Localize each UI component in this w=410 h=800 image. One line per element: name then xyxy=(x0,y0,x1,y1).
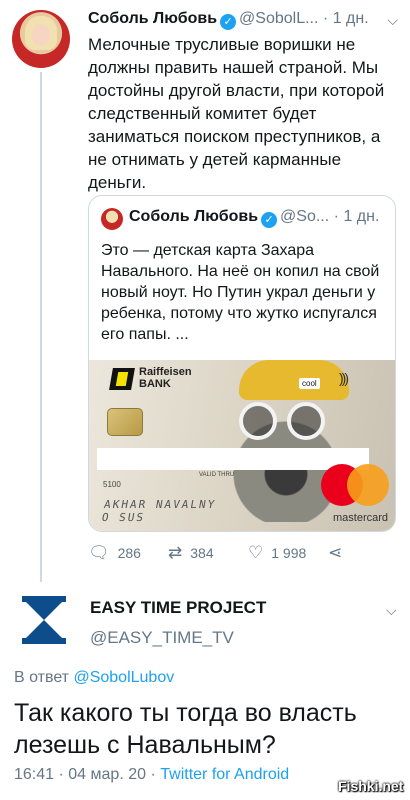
raiffeisen-logo-icon xyxy=(109,368,135,390)
card-glasses-right xyxy=(287,402,325,440)
hourglass-icon-lower xyxy=(26,620,62,638)
tweet-actions: 🗨︎ 286 ⇄ 384 ♡ 1 998 ⋖ xyxy=(88,543,398,567)
verified-badge-icon: ✓ xyxy=(261,212,278,228)
retweet-count: 384 xyxy=(190,545,214,561)
reply-author-handle[interactable]: @EASY_TIME_TV xyxy=(90,628,234,648)
avatar-face xyxy=(32,24,50,46)
reply-date: 04 мар. 20 xyxy=(68,766,147,783)
reply-source[interactable]: Twitter for Android xyxy=(160,766,289,783)
thread-line xyxy=(40,72,42,582)
reply-meta-separator-1: · xyxy=(58,766,64,783)
watermark: Fishki.net xyxy=(338,778,404,794)
quote-author-avatar xyxy=(101,208,123,230)
contactless-icon: ))) xyxy=(339,370,349,386)
tweet-header: Соболь Любовь ✓ @SobolL... · 1 дн. ⌵ xyxy=(88,10,398,32)
share-icon: ⋖ xyxy=(328,543,343,562)
bank-card-photo[interactable]: cool Raiffeisen BANK ))) 5100 VALID THRU… xyxy=(89,360,395,531)
retweet-button[interactable]: ⇄ 384 xyxy=(168,543,214,563)
in-reply-to: В ответ @SobolLubov xyxy=(14,669,174,687)
tweet[interactable]: Соболь Любовь ✓ @SobolL... · 1 дн. ⌵ Мелоч… xyxy=(0,0,410,585)
like-button[interactable]: ♡ 1 998 xyxy=(248,543,306,563)
quoted-tweet[interactable]: Соболь Любовь ✓ @So... · 1 дн. Это — детск… xyxy=(88,195,396,532)
card-chip xyxy=(107,408,143,436)
author-name[interactable]: Соболь Любовь xyxy=(88,10,217,27)
quote-author-name: Соболь Любовь xyxy=(129,208,259,225)
reply-text: Так какого ты тогда во власть лезешь с Н… xyxy=(14,699,357,759)
bank-name-line1: Raiffeisen xyxy=(139,366,192,378)
card-holder-line1: AKHAR NAVALNY xyxy=(103,498,218,511)
card-holder: AKHAR NAVALNY O SUS xyxy=(101,498,218,524)
quote-header: Соболь Любовь ✓ @So... · 1 дн. xyxy=(129,208,391,228)
card-valid-thru: VALID THRU xyxy=(199,472,235,478)
card-hat-illustration: cool xyxy=(239,360,349,400)
share-button[interactable]: ⋖ xyxy=(328,543,342,563)
reply-button[interactable]: 🗨︎ 286 xyxy=(88,543,141,563)
in-reply-prefix: В ответ xyxy=(14,669,70,686)
hat-label: cool xyxy=(299,378,320,389)
card-prefix: 5100 xyxy=(103,480,121,489)
mastercard-label: mastercard xyxy=(333,512,389,524)
card-holder-line2: O SUS xyxy=(100,511,147,524)
reply-meta-separator-2: · xyxy=(150,766,156,783)
quote-time-separator: · xyxy=(333,208,339,225)
tweet-time[interactable]: 1 дн. xyxy=(333,10,369,27)
card-glasses-left xyxy=(239,402,277,440)
reply-time: 16:41 xyxy=(14,766,55,783)
reply-author-name[interactable]: EASY TIME PROJECT xyxy=(90,598,266,618)
reply-meta: 16:41 · 04 мар. 20 · Twitter for Android xyxy=(14,766,289,784)
retweet-icon: ⇄ xyxy=(168,543,183,562)
quote-time: 1 дн. xyxy=(343,208,380,225)
hourglass-icon-bottom xyxy=(22,638,66,644)
in-reply-mention[interactable]: @SobolLubov xyxy=(73,669,174,686)
verified-badge-icon: ✓ xyxy=(220,14,237,30)
redacted-card-number xyxy=(97,448,369,470)
tweet-text: Мелочные трусливые воришки не должны пра… xyxy=(88,35,385,192)
chevron-down-icon[interactable]: ⌵ xyxy=(386,602,397,619)
heart-icon: ♡ xyxy=(248,543,264,562)
hourglass-icon-upper xyxy=(26,602,62,620)
chevron-down-icon[interactable]: ⌵ xyxy=(387,12,398,29)
author-handle[interactable]: @SobolL... xyxy=(239,10,318,27)
reply-count: 286 xyxy=(117,545,141,561)
mastercard-orange-circle xyxy=(347,464,389,506)
like-count: 1 998 xyxy=(271,545,307,561)
time-separator: · xyxy=(322,10,329,27)
bank-name-line2: BANK xyxy=(139,378,171,390)
bank-name: Raiffeisen BANK xyxy=(139,366,192,390)
author-avatar[interactable] xyxy=(12,10,70,68)
reply-author-avatar[interactable] xyxy=(22,596,66,644)
reply-icon: 🗨︎ xyxy=(88,543,110,562)
quote-text: Это — детская карта Захара Навального. Н… xyxy=(101,242,380,343)
quote-author-handle: @So... xyxy=(280,208,330,225)
